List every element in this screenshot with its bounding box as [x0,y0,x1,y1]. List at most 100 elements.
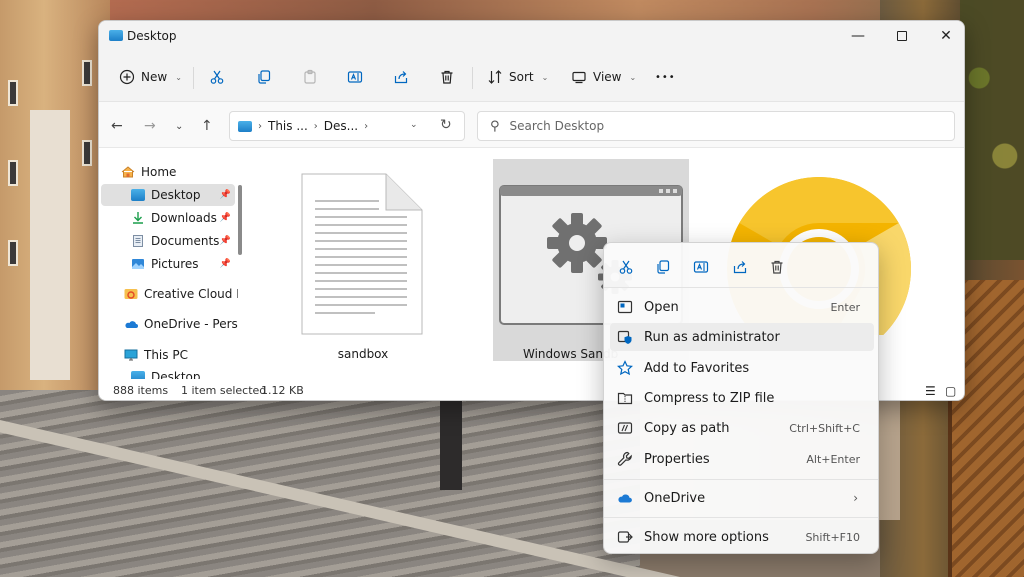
shield-icon [616,328,634,346]
new-label: New [141,70,168,84]
nav-item-home[interactable]: Home [121,161,245,183]
context-delete-button[interactable] [765,255,789,279]
address-bar[interactable]: › This ... › Des... › ⌄ ↻ [229,111,465,141]
pin-icon: 📌 [219,190,231,200]
close-button[interactable]: ✕ [924,21,964,51]
pin-icon: 📌 [219,236,231,246]
plus-circle-icon [119,69,135,85]
sort-label: Sort [509,70,534,84]
copy-button[interactable] [256,64,272,90]
context-quick-actions [604,255,878,279]
selection-count: 1 item selected [181,384,267,397]
nav-item-onedrive[interactable]: OneDrive - Persor [124,313,238,335]
item-count: 888 items [113,384,169,397]
paste-button[interactable] [302,64,318,90]
menu-item-onedrive[interactable]: OneDrive › [610,484,874,512]
view-label: View [593,70,622,84]
text-file-icon [301,173,423,335]
menu-item-compress-to-zip[interactable]: Compress to ZIP file [610,384,874,412]
sort-icon [488,70,502,84]
nav-item-downloads[interactable]: Downloads 📌 [131,207,235,229]
tiles-view-icon[interactable]: ▢ [945,384,956,398]
this-pc-icon [124,349,138,361]
delete-button[interactable] [439,64,455,90]
menu-item-show-more-options[interactable]: Show more options Shift+F10 [610,523,874,551]
divider [193,67,194,89]
search-placeholder: Search Desktop [509,119,605,133]
search-input[interactable]: ⚲ Search Desktop [477,111,955,141]
nav-item-documents[interactable]: Documents 📌 [131,230,235,252]
navigation-pane: Home Desktop 📌 Downloads 📌 Documents 📌 P… [99,149,245,379]
more-options-button[interactable]: ••• [655,64,676,90]
recent-chevron-icon[interactable]: ⌄ [175,121,183,132]
menu-item-open[interactable]: Open Enter [610,293,874,321]
breadcrumb-desktop[interactable]: Des... [324,119,358,133]
address-dropdown-icon[interactable]: ⌄ [410,120,418,130]
up-arrow-icon[interactable]: ↑ [201,118,213,134]
desktop-folder-icon [238,120,252,132]
chevron-down-icon: ⌄ [175,72,182,82]
desktop-folder-icon [131,189,145,201]
share-icon [394,71,408,84]
details-view-icon[interactable]: ☰ [925,384,936,398]
menu-item-copy-as-path[interactable]: Copy as path Ctrl+Shift+C [610,414,874,442]
minimize-button[interactable]: — [836,21,880,51]
maximize-icon [897,31,907,41]
view-button[interactable]: View ⌄ [571,64,636,90]
nav-scrollbar[interactable] [238,185,242,255]
submenu-chevron-icon: › [853,491,858,505]
breadcrumb-this-pc[interactable]: This ... [268,119,308,133]
pin-icon: 📌 [219,213,231,223]
chevron-down-icon: ⌄ [541,72,549,82]
divider [472,67,473,89]
onedrive-icon [616,489,634,507]
file-item[interactable]: sandbox [265,159,461,361]
breadcrumb-separator-icon: › [364,120,369,132]
context-rename-button[interactable] [689,255,713,279]
file-name: sandbox [337,347,389,361]
cut-button[interactable] [209,64,225,90]
pin-icon: 📌 [219,259,231,269]
share-button[interactable] [393,64,409,90]
copy-icon [258,70,271,84]
rename-icon [347,71,363,83]
menu-item-run-as-administrator[interactable]: Run as administrator [610,323,874,351]
menu-divider [604,287,878,288]
menu-item-add-to-favorites[interactable]: Add to Favorites [610,354,874,382]
sort-button[interactable]: Sort ⌄ [487,64,548,90]
menu-item-properties[interactable]: Properties Alt+Enter [610,445,874,473]
nav-item-pictures[interactable]: Pictures 📌 [131,253,235,275]
creative-cloud-icon [124,289,138,299]
nav-item-desktop-2[interactable]: Desktop [131,366,235,379]
address-row: ← → ⌄ ↑ › This ... › Des... › ⌄ ↻ ⚲ Sear… [99,102,964,148]
copy-path-icon [616,419,634,437]
window-title: Desktop [127,29,177,43]
download-icon [133,212,143,224]
open-icon [616,298,634,316]
rename-button[interactable] [347,64,363,90]
breadcrumb-separator-icon: › [313,120,318,132]
documents-icon [133,235,143,247]
command-bar: New ⌄ Sort ⌄ View ⌄ ••• [99,51,964,102]
maximize-button[interactable] [880,21,924,51]
copy-icon [657,260,670,274]
zip-folder-icon [616,389,634,407]
context-copy-button[interactable] [651,255,675,279]
star-icon [616,359,634,377]
chevron-down-icon: ⌄ [629,72,637,82]
context-menu: Open Enter Run as administrator Add to F… [603,242,879,554]
menu-divider [604,517,878,518]
more-options-icon [616,528,634,546]
context-share-button[interactable] [728,255,752,279]
context-cut-button[interactable] [614,255,638,279]
nav-item-desktop[interactable]: Desktop 📌 [101,184,235,206]
new-button[interactable]: New ⌄ [119,64,182,90]
back-arrow-icon[interactable]: ← [111,118,123,134]
more-icon: ••• [655,71,676,83]
nav-item-creative-cloud[interactable]: Creative Cloud Fil [124,283,238,305]
share-icon [733,261,747,274]
nav-item-this-pc[interactable]: This PC [124,344,238,366]
refresh-icon[interactable]: ↻ [440,117,452,133]
title-bar[interactable]: Desktop — ✕ [99,21,964,51]
forward-arrow-icon[interactable]: → [144,118,156,134]
